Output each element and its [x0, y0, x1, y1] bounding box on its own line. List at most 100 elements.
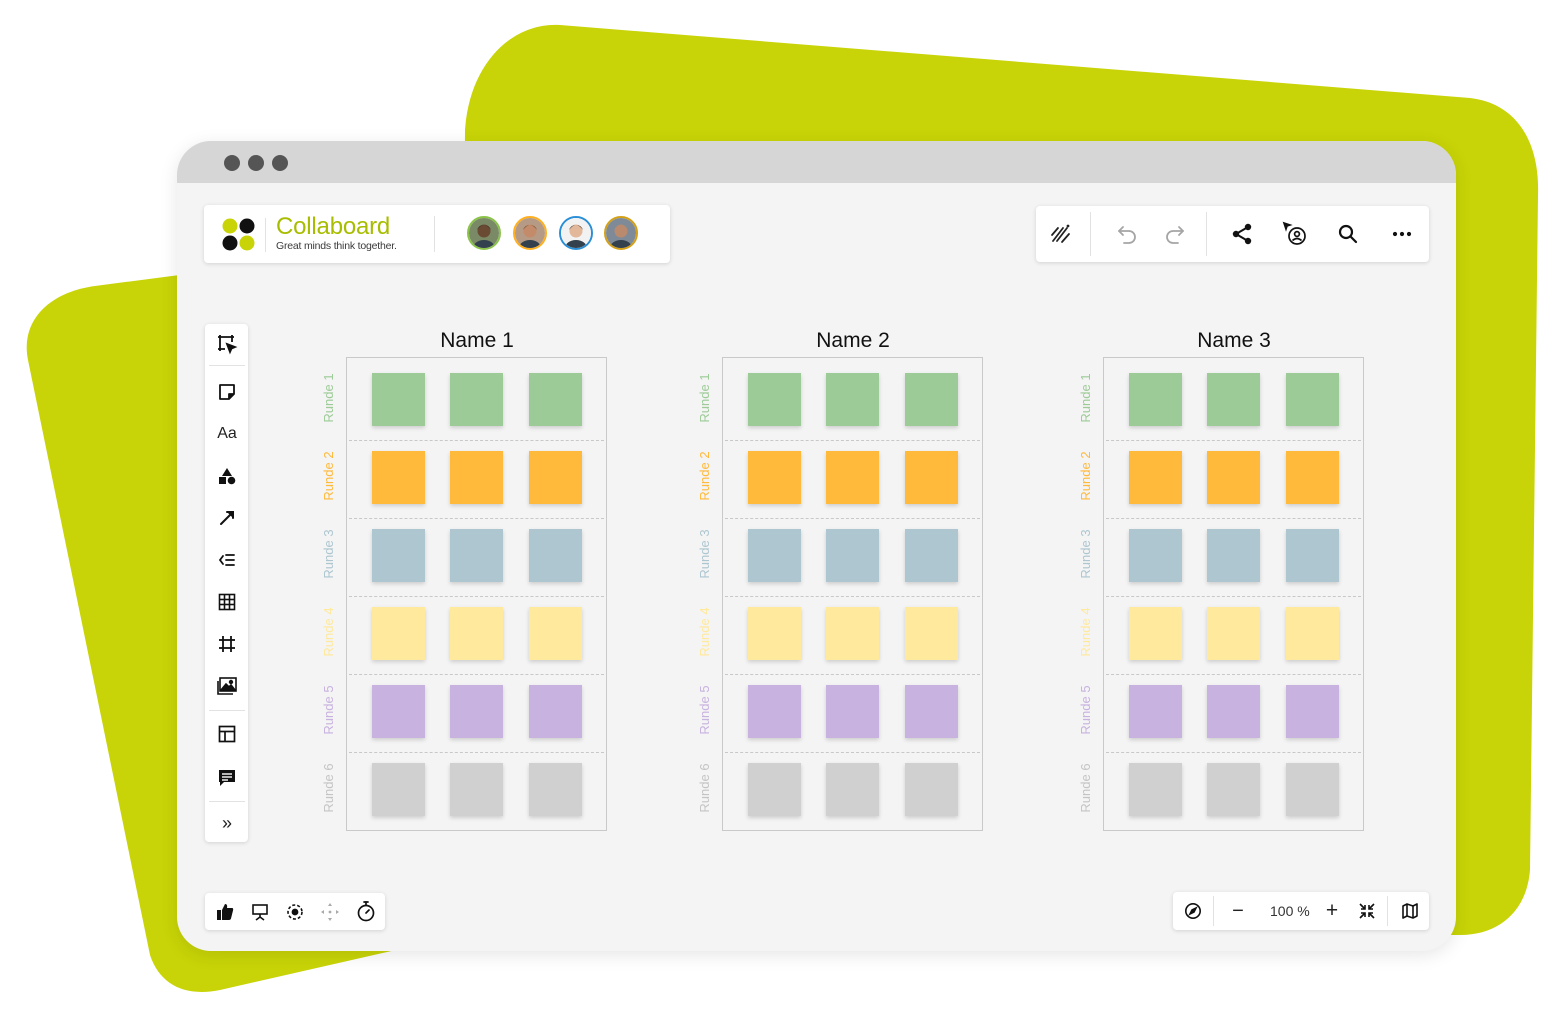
sticky-note[interactable]	[826, 685, 879, 738]
minimap-icon[interactable]	[1396, 897, 1424, 925]
sticky-note[interactable]	[1129, 607, 1182, 660]
sticky-note[interactable]	[1129, 451, 1182, 504]
collaborator-avatar[interactable]	[513, 216, 547, 250]
sticky-note[interactable]	[748, 529, 801, 582]
sticky-note[interactable]	[372, 607, 425, 660]
round-divider	[349, 752, 604, 753]
compass-icon[interactable]	[1179, 897, 1207, 925]
expand-icon[interactable]: »	[213, 809, 241, 837]
sticky-note[interactable]	[1129, 763, 1182, 816]
search-icon[interactable]	[1334, 220, 1362, 248]
sticky-note-icon[interactable]	[213, 378, 241, 406]
zoom-in-button[interactable]: +	[1318, 897, 1346, 925]
sticky-note[interactable]	[450, 607, 503, 660]
sticky-note[interactable]	[1129, 373, 1182, 426]
sticky-note[interactable]	[1207, 373, 1260, 426]
sticky-note[interactable]	[450, 529, 503, 582]
sticky-note[interactable]	[826, 763, 879, 816]
shapes-icon[interactable]	[213, 462, 241, 490]
sticky-note[interactable]	[826, 373, 879, 426]
sticky-note[interactable]	[826, 607, 879, 660]
sticky-note[interactable]	[905, 373, 958, 426]
round-label: Runde 3	[321, 529, 336, 579]
sticky-note[interactable]	[529, 373, 582, 426]
sticky-note[interactable]	[905, 451, 958, 504]
column-frame[interactable]	[346, 357, 607, 831]
sticky-note[interactable]	[1286, 529, 1339, 582]
sticky-note[interactable]	[529, 685, 582, 738]
thumbs-up-icon[interactable]	[211, 898, 239, 926]
sticky-note[interactable]	[748, 373, 801, 426]
template-icon[interactable]	[213, 720, 241, 748]
presentation-icon[interactable]	[246, 898, 274, 926]
frame-icon[interactable]	[213, 630, 241, 658]
sticky-note[interactable]	[450, 763, 503, 816]
window-dot	[224, 155, 240, 171]
sticky-note[interactable]	[450, 685, 503, 738]
column-title[interactable]: Name 3	[1102, 328, 1366, 354]
sticky-note[interactable]	[529, 607, 582, 660]
sticky-note[interactable]	[529, 529, 582, 582]
sticky-note[interactable]	[1286, 373, 1339, 426]
round-label: Runde 3	[697, 529, 712, 579]
collaborator-avatar[interactable]	[604, 216, 638, 250]
round-divider	[1106, 518, 1361, 519]
table-icon[interactable]	[213, 588, 241, 616]
column-frame[interactable]	[1103, 357, 1364, 831]
pen-wand-icon[interactable]	[1047, 220, 1075, 248]
sticky-note[interactable]	[372, 685, 425, 738]
sticky-note[interactable]	[748, 607, 801, 660]
follow-user-icon[interactable]	[1281, 220, 1309, 248]
sticky-note[interactable]	[826, 529, 879, 582]
sticky-note[interactable]	[905, 763, 958, 816]
image-icon[interactable]	[213, 672, 241, 700]
sticky-note[interactable]	[372, 529, 425, 582]
timer-icon[interactable]	[352, 897, 380, 925]
sticky-note[interactable]	[905, 685, 958, 738]
text-icon[interactable]: Aa	[213, 420, 241, 448]
sticky-note[interactable]	[450, 451, 503, 504]
sticky-note[interactable]	[450, 373, 503, 426]
sticky-note[interactable]	[1286, 763, 1339, 816]
sticky-note[interactable]	[1129, 685, 1182, 738]
sticky-note[interactable]	[1207, 451, 1260, 504]
collaborator-avatar[interactable]	[467, 216, 501, 250]
sticky-note[interactable]	[905, 529, 958, 582]
sticky-note[interactable]	[905, 607, 958, 660]
connector-icon[interactable]	[213, 504, 241, 532]
sticky-note[interactable]	[748, 763, 801, 816]
sticky-note[interactable]	[748, 451, 801, 504]
zoom-out-button[interactable]: −	[1224, 897, 1252, 925]
sticky-note[interactable]	[529, 763, 582, 816]
sticky-note[interactable]	[372, 763, 425, 816]
list-icon[interactable]	[213, 546, 241, 574]
column-frame[interactable]	[722, 357, 983, 831]
sticky-note[interactable]	[529, 451, 582, 504]
column-title[interactable]: Name 1	[345, 328, 609, 354]
redo-icon[interactable]	[1161, 220, 1189, 248]
focus-icon[interactable]	[281, 898, 309, 926]
round-divider	[725, 752, 980, 753]
sticky-note[interactable]	[1207, 607, 1260, 660]
select-area-icon[interactable]	[213, 330, 241, 358]
navigate-icon[interactable]	[316, 898, 344, 926]
sticky-note[interactable]	[372, 373, 425, 426]
sticky-note[interactable]	[1286, 685, 1339, 738]
round-divider	[349, 518, 604, 519]
sticky-note[interactable]	[826, 451, 879, 504]
fit-to-screen-icon[interactable]	[1353, 897, 1381, 925]
sticky-note[interactable]	[372, 451, 425, 504]
sticky-note[interactable]	[1129, 529, 1182, 582]
comment-icon[interactable]	[213, 764, 241, 792]
sticky-note[interactable]	[1207, 685, 1260, 738]
column-title[interactable]: Name 2	[721, 328, 985, 354]
sticky-note[interactable]	[748, 685, 801, 738]
collaborator-avatar[interactable]	[559, 216, 593, 250]
sticky-note[interactable]	[1207, 529, 1260, 582]
sticky-note[interactable]	[1207, 763, 1260, 816]
sticky-note[interactable]	[1286, 451, 1339, 504]
undo-icon[interactable]	[1113, 220, 1141, 248]
share-icon[interactable]	[1228, 220, 1256, 248]
sticky-note[interactable]	[1286, 607, 1339, 660]
more-icon[interactable]	[1388, 220, 1416, 248]
